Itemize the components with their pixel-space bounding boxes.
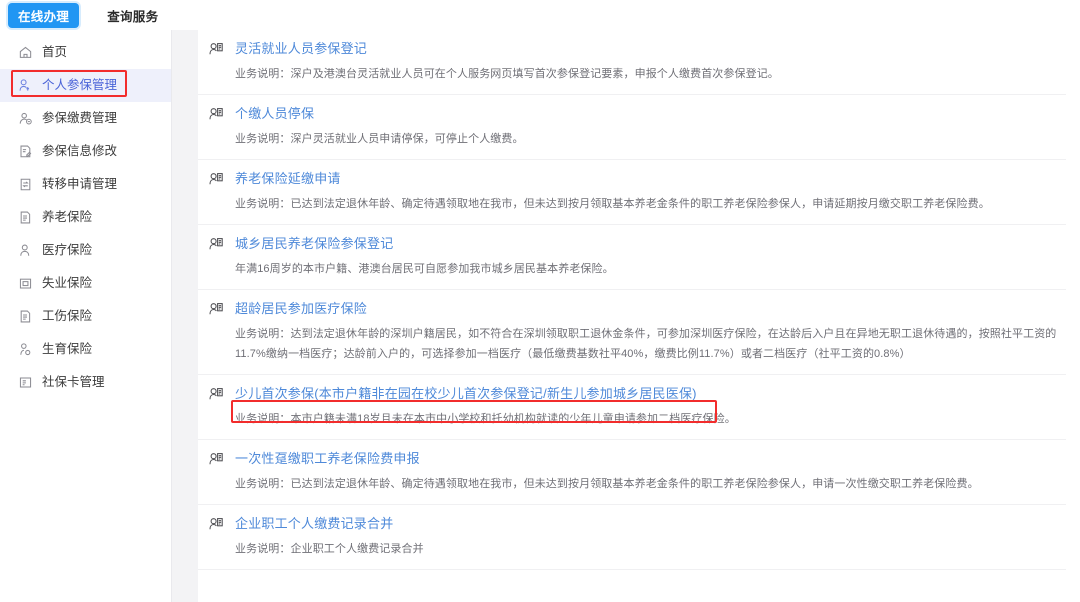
- home-icon: [18, 45, 33, 60]
- service-item-head[interactable]: 少儿首次参保(本市户籍非在园在校少儿首次参保登记/新生儿参加城乡居民医保): [198, 386, 1066, 402]
- user-payment-icon: [18, 111, 33, 126]
- sidebar-item-label: 参保缴费管理: [42, 111, 118, 126]
- service-description: 业务说明：已达到法定退休年龄、确定待遇领取地在我市，但未达到按月领取基本养老金条…: [235, 198, 990, 210]
- service-item[interactable]: 个缴人员停保 业务说明：深户灵活就业人员申请停保，可停止个人缴费。: [198, 95, 1066, 160]
- service-description: 业务说明：本市户籍未满18岁且未在本市中小学校和托幼机构就读的少年儿童申请参加二…: [235, 413, 736, 425]
- service-description: 年满16周岁的本市户籍、港澳台居民可自愿参加我市城乡居民基本养老保险。: [235, 263, 614, 275]
- sidebar-item-label: 工伤保险: [42, 309, 93, 324]
- sidebar-item-label: 失业保险: [42, 276, 93, 291]
- tab-online-service[interactable]: 在线办理: [8, 2, 80, 28]
- sidebar-item-unemployment-insurance[interactable]: 失业保险: [0, 267, 171, 300]
- sidebar-item-enrollment-payment-management[interactable]: 参保缴费管理: [0, 102, 171, 135]
- card-icon: [18, 375, 33, 390]
- sidebar-item-social-security-card-management[interactable]: 社保卡管理: [0, 366, 171, 399]
- service-item[interactable]: 城乡居民养老保险参保登记 年满16周岁的本市户籍、港澳台居民可自愿参加我市城乡居…: [198, 225, 1066, 290]
- service-item[interactable]: 超龄居民参加医疗保险 业务说明：达到法定退休年龄的深圳户籍居民，如不符合在深圳领…: [198, 290, 1066, 375]
- service-title[interactable]: 一次性趸缴职工养老保险费申报: [235, 451, 420, 467]
- baby-icon: [18, 342, 33, 357]
- service-title[interactable]: 企业职工个人缴费记录合并: [235, 516, 393, 532]
- service-item[interactable]: 灵活就业人员参保登记 业务说明：深户及港澳台灵活就业人员可在个人服务网页填写首次…: [198, 30, 1066, 95]
- service-title[interactable]: 灵活就业人员参保登记: [235, 41, 367, 57]
- sidebar-item-label: 首页: [42, 45, 68, 60]
- sidebar-item-pension-insurance[interactable]: 养老保险: [0, 201, 171, 234]
- sidebar-item-maternity-insurance[interactable]: 生育保险: [0, 333, 171, 366]
- service-title[interactable]: 养老保险延缴申请: [235, 171, 341, 187]
- sidebar-item-label: 转移申请管理: [42, 177, 118, 192]
- transfer-icon: [18, 177, 33, 192]
- sidebar-nav: 首页 个人参保管理 参保缴费管理 参保信息修改 转移申请管理 养老保险 医疗保险…: [0, 30, 172, 602]
- document-icon: [18, 309, 33, 324]
- service-item-head[interactable]: 养老保险延缴申请: [198, 171, 1066, 187]
- service-title[interactable]: 个缴人员停保: [235, 106, 314, 122]
- box-icon: [18, 276, 33, 291]
- user-card-icon: [208, 236, 224, 252]
- service-item-head[interactable]: 企业职工个人缴费记录合并: [198, 516, 1066, 532]
- user-card-icon: [208, 451, 224, 467]
- top-tab-bar: 在线办理 查询服务: [0, 0, 1080, 30]
- user-card-icon: [208, 41, 224, 57]
- service-title[interactable]: 超龄居民参加医疗保险: [235, 301, 367, 317]
- service-description: 业务说明：深户及港澳台灵活就业人员可在个人服务网页填写首次参保登记要素，申报个人…: [235, 68, 779, 80]
- service-item-head[interactable]: 一次性趸缴职工养老保险费申报: [198, 451, 1066, 467]
- document-icon: [18, 210, 33, 225]
- service-description: 业务说明：企业职工个人缴费记录合并: [235, 543, 424, 555]
- document-edit-icon: [18, 144, 33, 159]
- service-item-highlighted[interactable]: 少儿首次参保(本市户籍非在园在校少儿首次参保登记/新生儿参加城乡居民医保) 业务…: [198, 375, 1066, 440]
- sidebar-item-label: 医疗保险: [42, 243, 93, 258]
- service-list-card: 灵活就业人员参保登记 业务说明：深户及港澳台灵活就业人员可在个人服务网页填写首次…: [198, 30, 1080, 602]
- service-title[interactable]: 少儿首次参保(本市户籍非在园在校少儿首次参保登记/新生儿参加城乡居民医保): [235, 386, 697, 402]
- user-card-icon: [208, 106, 224, 122]
- sidebar-item-label: 参保信息修改: [42, 144, 118, 159]
- sidebar-item-label: 养老保险: [42, 210, 93, 225]
- service-item-head[interactable]: 城乡居民养老保险参保登记: [198, 236, 1066, 252]
- service-item[interactable]: 企业职工个人缴费记录合并 业务说明：企业职工个人缴费记录合并: [198, 505, 1066, 570]
- page-body: 首页 个人参保管理 参保缴费管理 参保信息修改 转移申请管理 养老保险 医疗保险…: [0, 30, 1080, 602]
- user-card-icon: [208, 171, 224, 187]
- tab-query-service[interactable]: 查询服务: [97, 3, 168, 28]
- service-title[interactable]: 城乡居民养老保险参保登记: [235, 236, 393, 252]
- sidebar-item-label: 个人参保管理: [42, 78, 118, 93]
- service-item[interactable]: 养老保险延缴申请 业务说明：已达到法定退休年龄、确定待遇领取地在我市，但未达到按…: [198, 160, 1066, 225]
- sidebar-item-home[interactable]: 首页: [0, 36, 171, 69]
- sidebar-item-label: 社保卡管理: [42, 375, 105, 390]
- sidebar-item-transfer-application-management[interactable]: 转移申请管理: [0, 168, 171, 201]
- service-description: 业务说明：已达到法定退休年龄、确定待遇领取地在我市，但未达到按月领取基本养老金条…: [235, 478, 979, 490]
- service-description: 业务说明：达到法定退休年龄的深圳户籍居民，如不符合在深圳领取职工退休金条件，可参…: [235, 328, 1057, 360]
- user-card-icon: [208, 301, 224, 317]
- sidebar-item-medical-insurance[interactable]: 医疗保险: [0, 234, 171, 267]
- user-shield-icon: [18, 78, 33, 93]
- sidebar-item-enrollment-info-edit[interactable]: 参保信息修改: [0, 135, 171, 168]
- sidebar-item-personal-enrollment-management[interactable]: 个人参保管理: [0, 69, 171, 102]
- service-item-head[interactable]: 超龄居民参加医疗保险: [198, 301, 1066, 317]
- user-card-icon: [208, 386, 224, 402]
- service-item-head[interactable]: 个缴人员停保: [198, 106, 1066, 122]
- main-content: 灵活就业人员参保登记 业务说明：深户及港澳台灵活就业人员可在个人服务网页填写首次…: [172, 30, 1080, 602]
- service-item-head[interactable]: 灵活就业人员参保登记: [198, 41, 1066, 57]
- sidebar-item-work-injury-insurance[interactable]: 工伤保险: [0, 300, 171, 333]
- person-icon: [18, 243, 33, 258]
- sidebar-item-label: 生育保险: [42, 342, 93, 357]
- service-item[interactable]: 一次性趸缴职工养老保险费申报 业务说明：已达到法定退休年龄、确定待遇领取地在我市…: [198, 440, 1066, 505]
- service-description: 业务说明：深户灵活就业人员申请停保，可停止个人缴费。: [235, 133, 524, 145]
- user-card-icon: [208, 516, 224, 532]
